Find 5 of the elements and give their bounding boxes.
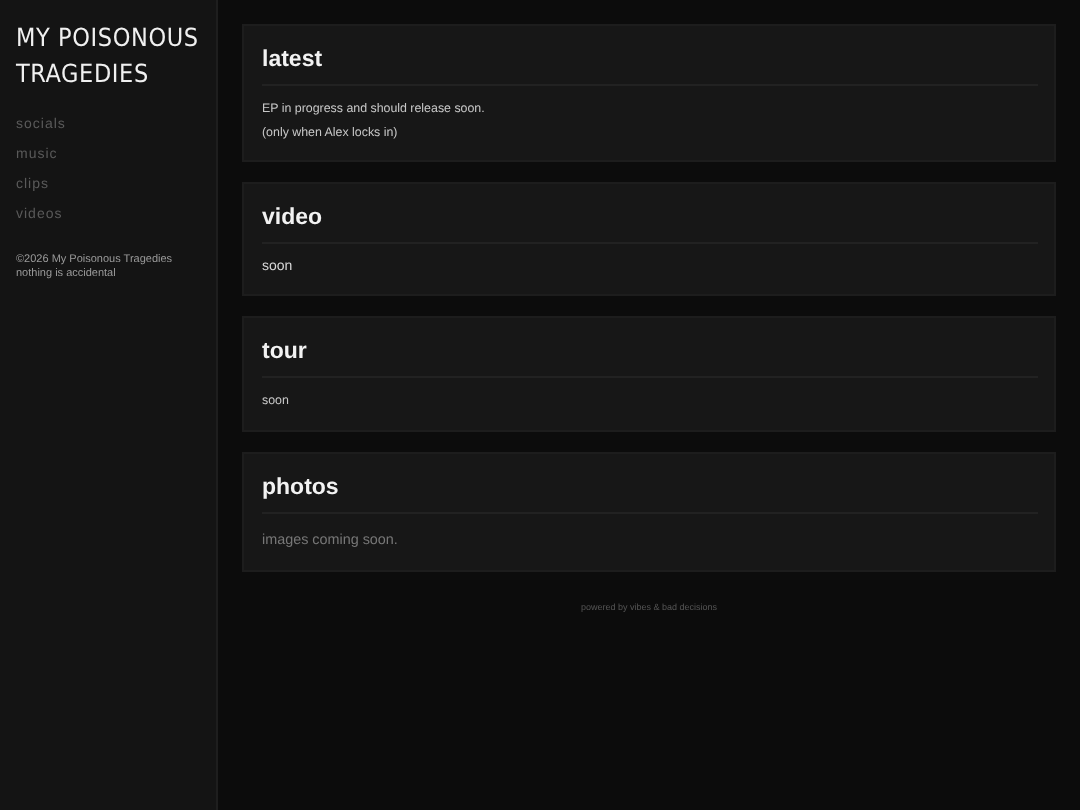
- section-heading: latest: [262, 44, 1038, 86]
- section-heading: photos: [262, 471, 1038, 513]
- section-heading: tour: [262, 336, 1038, 378]
- section-heading: video: [262, 202, 1038, 244]
- site-title: MY POISONOUS TRAGEDIES: [16, 20, 200, 92]
